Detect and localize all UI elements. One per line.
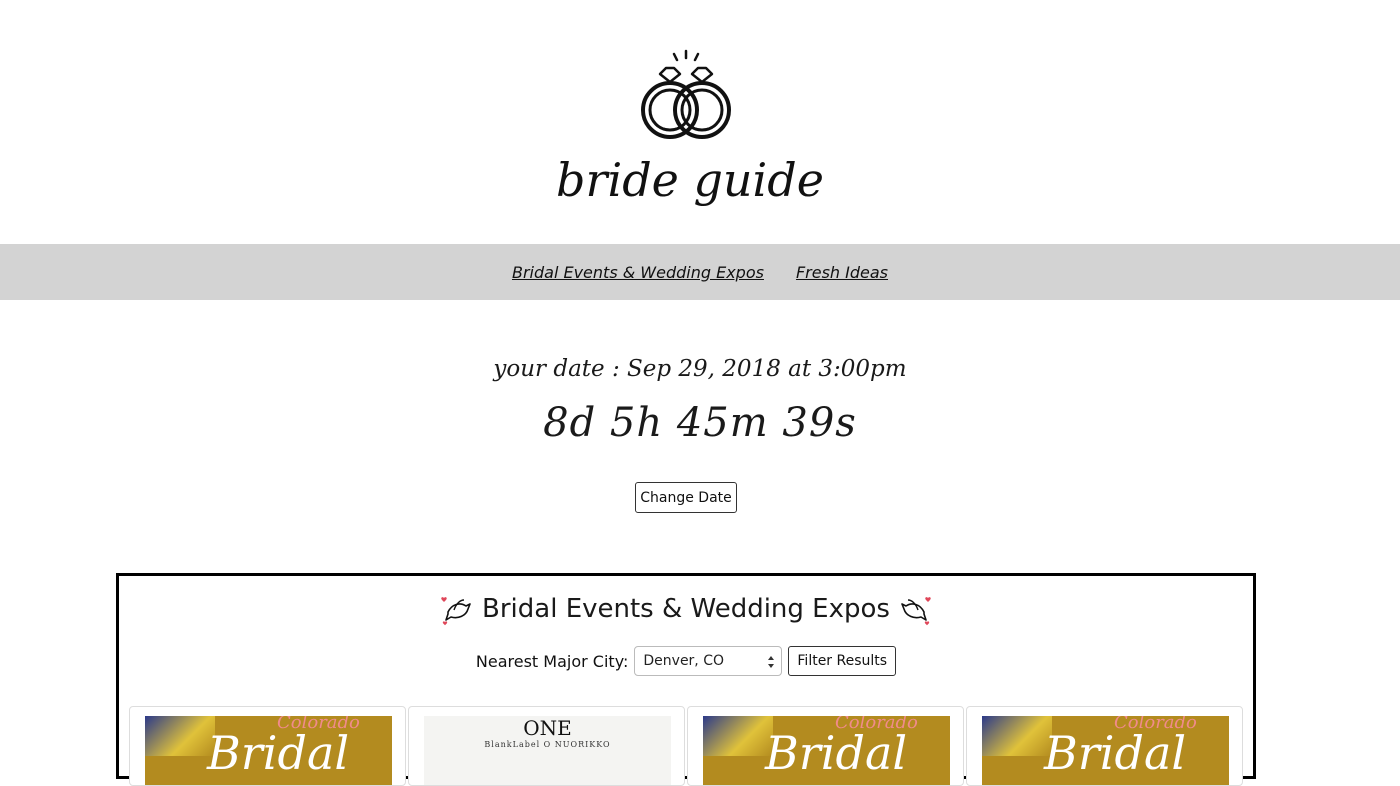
wedding-rings-icon[interactable] [634,48,738,144]
countdown-timer: 8d 5h 45m 39s [543,400,857,446]
city-select-value: Denver, CO [643,653,725,669]
main-nav: Bridal Events & Wedding Expos Fresh Idea… [0,244,1400,300]
site-header: bride guide [0,0,1400,244]
event-card-image: Colorado Bridal [982,716,1229,785]
event-card-big-word: Bridal [765,726,908,780]
event-card[interactable]: ONE BlankLabel O NUORIKKO [408,706,685,786]
event-card-big-word: Bridal [1044,726,1187,780]
event-card[interactable]: Colorado Bridal [966,706,1243,786]
brand-wordmark[interactable]: bride guide [550,150,830,234]
media-badges [145,716,215,756]
event-card-title: ONE [523,716,572,740]
change-date-button[interactable]: Change Date [635,482,737,513]
events-header: Bridal Events & Wedding Expos [119,592,1253,626]
event-card[interactable]: Colorado Bridal [129,706,406,786]
wedding-date-text: your date : Sep 29, 2018 at 3:00pm [493,356,907,382]
nav-link-bridal-events[interactable]: Bridal Events & Wedding Expos [512,263,764,282]
event-card-big-word: Bridal [207,726,350,780]
filter-results-button[interactable]: Filter Results [788,646,897,676]
select-arrows-icon [768,656,775,668]
event-card-image: Colorado Bridal [703,716,950,785]
city-select[interactable]: Denver, CO [634,646,783,676]
events-panel: Bridal Events & Wedding Expos Nearest Ma… [116,573,1256,786]
events-title: Bridal Events & Wedding Expos [482,594,890,624]
nav-link-fresh-ideas[interactable]: Fresh Ideas [796,263,888,282]
dove-icon [901,597,931,626]
media-badges [982,716,1052,756]
city-filter-label: Nearest Major City: [475,651,629,671]
event-card-image: Colorado Bridal [145,716,392,785]
event-card-image: ONE BlankLabel O NUORIKKO [424,716,671,785]
media-badges [703,716,773,756]
city-filter: Nearest Major City: Denver, CO Filter Re… [119,646,1261,676]
dove-icon [441,597,471,626]
event-card-list: Colorado Bridal ONE BlankLabel O NUORIKK… [129,706,1245,786]
brand-text: bride guide [556,153,824,207]
event-card[interactable]: Colorado Bridal [687,706,964,786]
event-card-subtitle: BlankLabel O NUORIKKO [484,740,611,749]
